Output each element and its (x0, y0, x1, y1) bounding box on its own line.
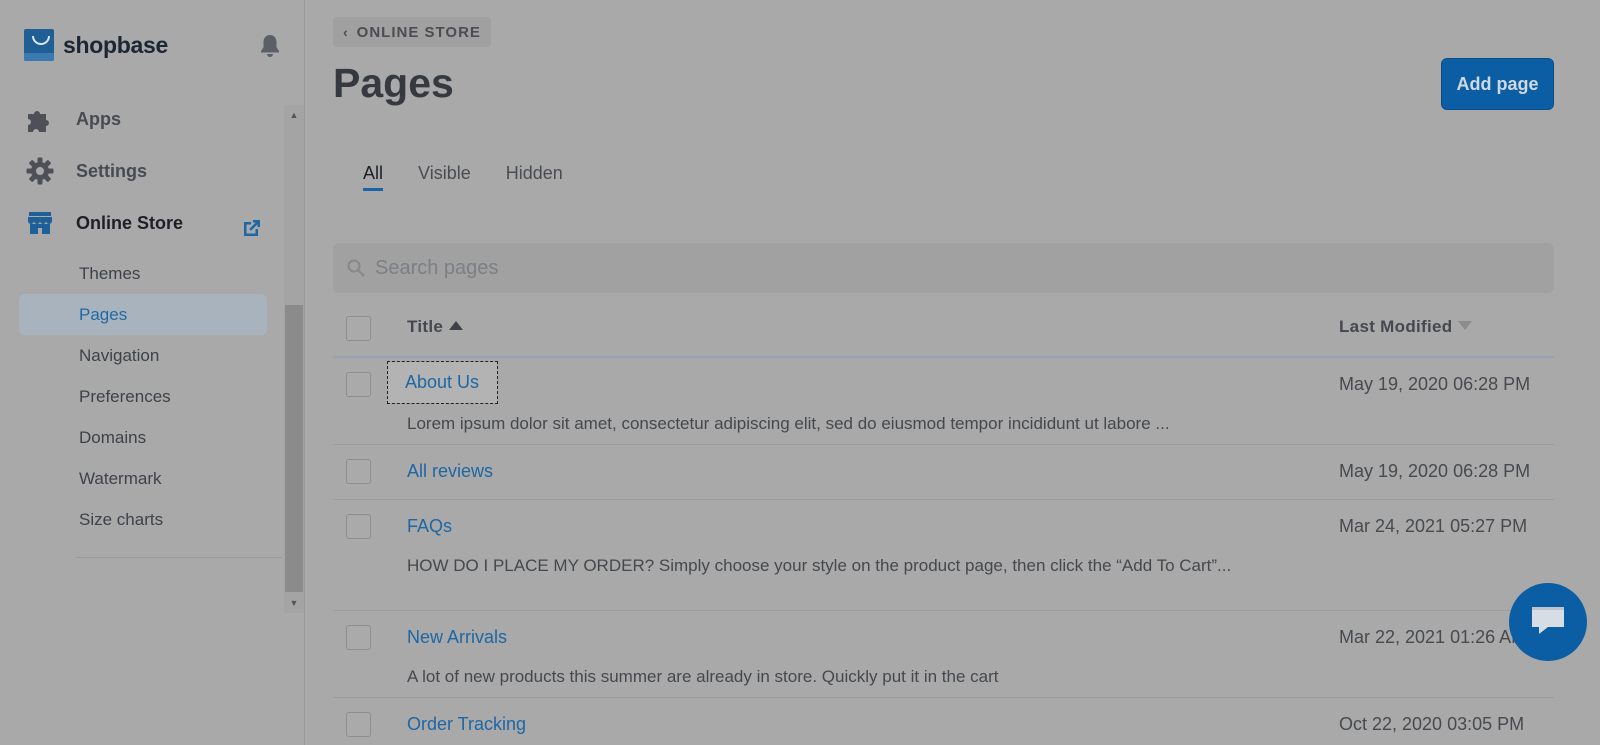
sort-ascending-icon (449, 321, 464, 330)
last-modified-date: Mar 22, 2021 01:26 AM (1339, 627, 1527, 647)
search-bar (333, 243, 1554, 293)
breadcrumb[interactable]: ‹ ONLINE STORE (333, 17, 491, 47)
page-title-link[interactable]: FAQs (407, 516, 452, 537)
brand-name: shopbase (63, 31, 168, 58)
last-modified-date: May 19, 2020 06:28 PM (1339, 461, 1531, 481)
tab-hidden[interactable]: Hidden (506, 163, 563, 191)
shopbase-logo-icon (24, 29, 54, 61)
table-row[interactable]: About Us May 19, 2020 06:28 PM Lorem ips… (333, 358, 1554, 445)
brand-logo[interactable]: shopbase (24, 29, 168, 61)
table-row[interactable]: All reviews May 19, 2020 06:28 PM (333, 445, 1554, 500)
sidebar-item-online-store[interactable]: Online Store (24, 207, 183, 239)
search-input[interactable] (375, 256, 1475, 280)
row-checkbox[interactable] (346, 625, 371, 650)
page-title: Pages (333, 60, 454, 106)
sidebar-subitem-size-charts[interactable]: Size charts (19, 499, 267, 540)
row-checkbox[interactable] (346, 514, 371, 539)
page-title-link[interactable]: About Us (386, 361, 499, 404)
column-header-last-modified[interactable]: Last Modified (1339, 317, 1473, 337)
select-all-checkbox[interactable] (346, 316, 371, 341)
gear-icon (24, 155, 56, 187)
sidebar-subitem-domains[interactable]: Domains (19, 417, 267, 458)
scrollbar-thumb[interactable] (285, 305, 303, 592)
sidebar-subitem-watermark[interactable]: Watermark (19, 458, 267, 499)
sidebar: shopbase Apps Settings Online Store Them… (0, 0, 305, 745)
column-header-title[interactable]: Title (407, 317, 464, 337)
sidebar-item-label: Apps (76, 108, 121, 129)
store-icon (24, 207, 56, 239)
sidebar-item-label: Online Store (76, 212, 184, 233)
scroll-up-arrow-icon[interactable]: ▲ (284, 105, 304, 125)
external-link-icon[interactable] (241, 217, 263, 239)
bell-icon[interactable] (259, 33, 281, 59)
sidebar-subitem-pages[interactable]: Pages (19, 294, 267, 335)
page-title-link[interactable]: New Arrivals (407, 627, 507, 648)
table-row[interactable]: FAQs Mar 24, 2021 05:27 PM HOW DO I PLAC… (333, 500, 1554, 611)
tab-all[interactable]: All (363, 163, 384, 191)
row-checkbox[interactable] (346, 372, 371, 397)
page-excerpt: HOW DO I PLACE MY ORDER? Simply choose y… (407, 556, 1232, 575)
chat-icon (1528, 602, 1568, 643)
sidebar-divider (76, 557, 282, 558)
sidebar-item-apps[interactable]: Apps (24, 103, 121, 135)
sort-descending-icon (1458, 321, 1473, 330)
filter-tabs: All Visible Hidden (363, 163, 598, 191)
table-header: Title Last Modified (333, 300, 1554, 358)
search-icon (347, 259, 365, 277)
sidebar-subitem-preferences[interactable]: Preferences (19, 376, 267, 417)
puzzle-icon (24, 103, 56, 135)
chat-bubble-button[interactable] (1509, 583, 1587, 661)
sidebar-subitem-themes[interactable]: Themes (19, 253, 267, 294)
main-content: ‹ ONLINE STORE Pages Add page All Visibl… (305, 0, 1600, 745)
sidebar-subitem-navigation[interactable]: Navigation (19, 335, 267, 376)
last-modified-date: Mar 24, 2021 05:27 PM (1339, 516, 1528, 536)
row-checkbox[interactable] (346, 459, 371, 484)
sidebar-scrollbar[interactable]: ▲ ▼ (284, 105, 304, 613)
sidebar-item-settings[interactable]: Settings (24, 155, 147, 187)
page-title-link[interactable]: Order Tracking (407, 714, 526, 735)
row-checkbox[interactable] (346, 712, 371, 737)
add-page-button[interactable]: Add page (1441, 58, 1554, 110)
scroll-down-arrow-icon[interactable]: ▼ (284, 593, 304, 613)
breadcrumb-label: ONLINE STORE (356, 23, 481, 41)
sidebar-item-label: Settings (76, 160, 148, 181)
last-modified-date: Oct 22, 2020 03:05 PM (1339, 714, 1525, 734)
table-row[interactable]: Order Tracking Oct 22, 2020 03:05 PM (333, 698, 1554, 745)
pages-table: Title Last Modified About Us May 19, 202… (333, 300, 1554, 745)
page-title-link[interactable]: All reviews (407, 461, 493, 482)
page-excerpt: Lorem ipsum dolor sit amet, consectetur … (407, 414, 1170, 433)
chevron-left-icon: ‹ (343, 24, 349, 40)
page-excerpt: A lot of new products this summer are al… (407, 667, 999, 686)
tab-visible[interactable]: Visible (418, 163, 471, 191)
last-modified-date: May 19, 2020 06:28 PM (1339, 374, 1531, 394)
table-row[interactable]: New Arrivals Mar 22, 2021 01:26 AM A lot… (333, 611, 1554, 698)
